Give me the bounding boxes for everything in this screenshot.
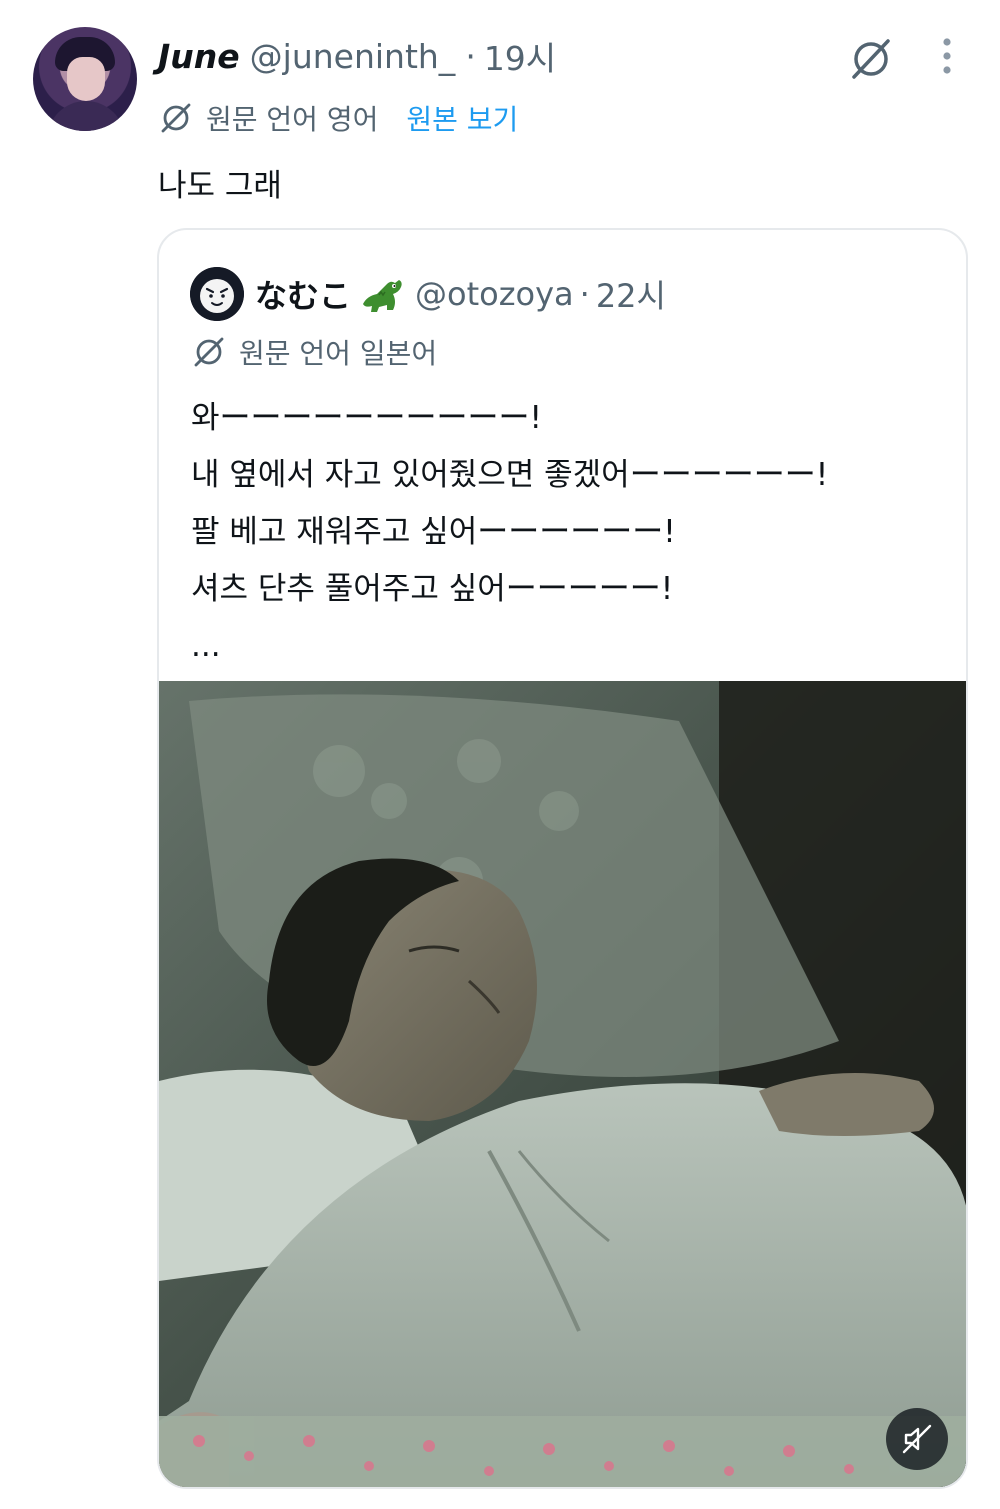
quoted-text-line: ... bbox=[191, 628, 221, 664]
timestamp[interactable]: 19시 bbox=[484, 32, 556, 80]
tweet-header: June @juneninth_ · 19시 bbox=[158, 30, 556, 82]
quoted-text-line: 셔츠 단추 풀어주고 싶어ーーーーー! bbox=[191, 571, 674, 607]
translate-off-icon[interactable] bbox=[846, 34, 896, 84]
quoted-avatar-face-icon bbox=[190, 267, 244, 321]
user-avatar[interactable] bbox=[33, 27, 137, 131]
quoted-tweet-header: なむこ @otozoya · 22시 bbox=[255, 268, 666, 320]
mute-button[interactable] bbox=[886, 1408, 948, 1470]
avatar-face bbox=[67, 57, 105, 101]
video-frame bbox=[159, 681, 966, 1487]
translation-notice: 원문 언어 영어 원본 보기 bbox=[158, 96, 518, 140]
quoted-text-line: 팔 베고 재워주고 싶어ーーーーーー! bbox=[191, 514, 676, 550]
quoted-video[interactable] bbox=[159, 681, 966, 1487]
show-original-link[interactable]: 원본 보기 bbox=[406, 98, 518, 138]
more-vertical-icon[interactable] bbox=[930, 36, 964, 76]
mute-icon bbox=[902, 1424, 932, 1454]
tweet-text: 나도 그래 bbox=[158, 168, 282, 204]
quoted-tweet-text: 와ーーーーーーーーーー! 내 옆에서 자고 있어줬으면 좋겠어ーーーーーー! 팔… bbox=[191, 390, 828, 675]
quoted-user-avatar[interactable] bbox=[190, 267, 244, 321]
quoted-text-line: 와ーーーーーーーーーー! bbox=[191, 400, 542, 436]
quoted-translation-notice: 원문 언어 일본어 bbox=[191, 330, 437, 374]
translation-label: 원문 언어 영어 bbox=[206, 103, 379, 136]
quoted-tweet-card[interactable]: なむこ @otozoya · 22시 원문 언어 일본어 와ーーーーーーーーーー… bbox=[157, 228, 968, 1489]
quoted-text-line: 내 옆에서 자고 있어줬으면 좋겠어ーーーーーー! bbox=[191, 457, 829, 493]
user-handle[interactable]: @juneninth_ bbox=[250, 37, 456, 76]
quoted-translation-label: 원문 언어 일본어 bbox=[239, 337, 438, 370]
quoted-timestamp[interactable]: 22시 bbox=[596, 271, 666, 317]
crocodile-emoji-icon bbox=[363, 280, 402, 312]
display-name[interactable]: June bbox=[158, 37, 240, 76]
quoted-user-handle[interactable]: @otozoya bbox=[415, 275, 574, 313]
avatar-body bbox=[47, 101, 125, 131]
separator-dot: · bbox=[465, 36, 476, 76]
translate-off-icon bbox=[194, 337, 224, 367]
quoted-display-name[interactable]: なむこ bbox=[255, 271, 351, 317]
translate-off-icon bbox=[161, 103, 191, 133]
quoted-separator-dot: · bbox=[579, 275, 590, 313]
